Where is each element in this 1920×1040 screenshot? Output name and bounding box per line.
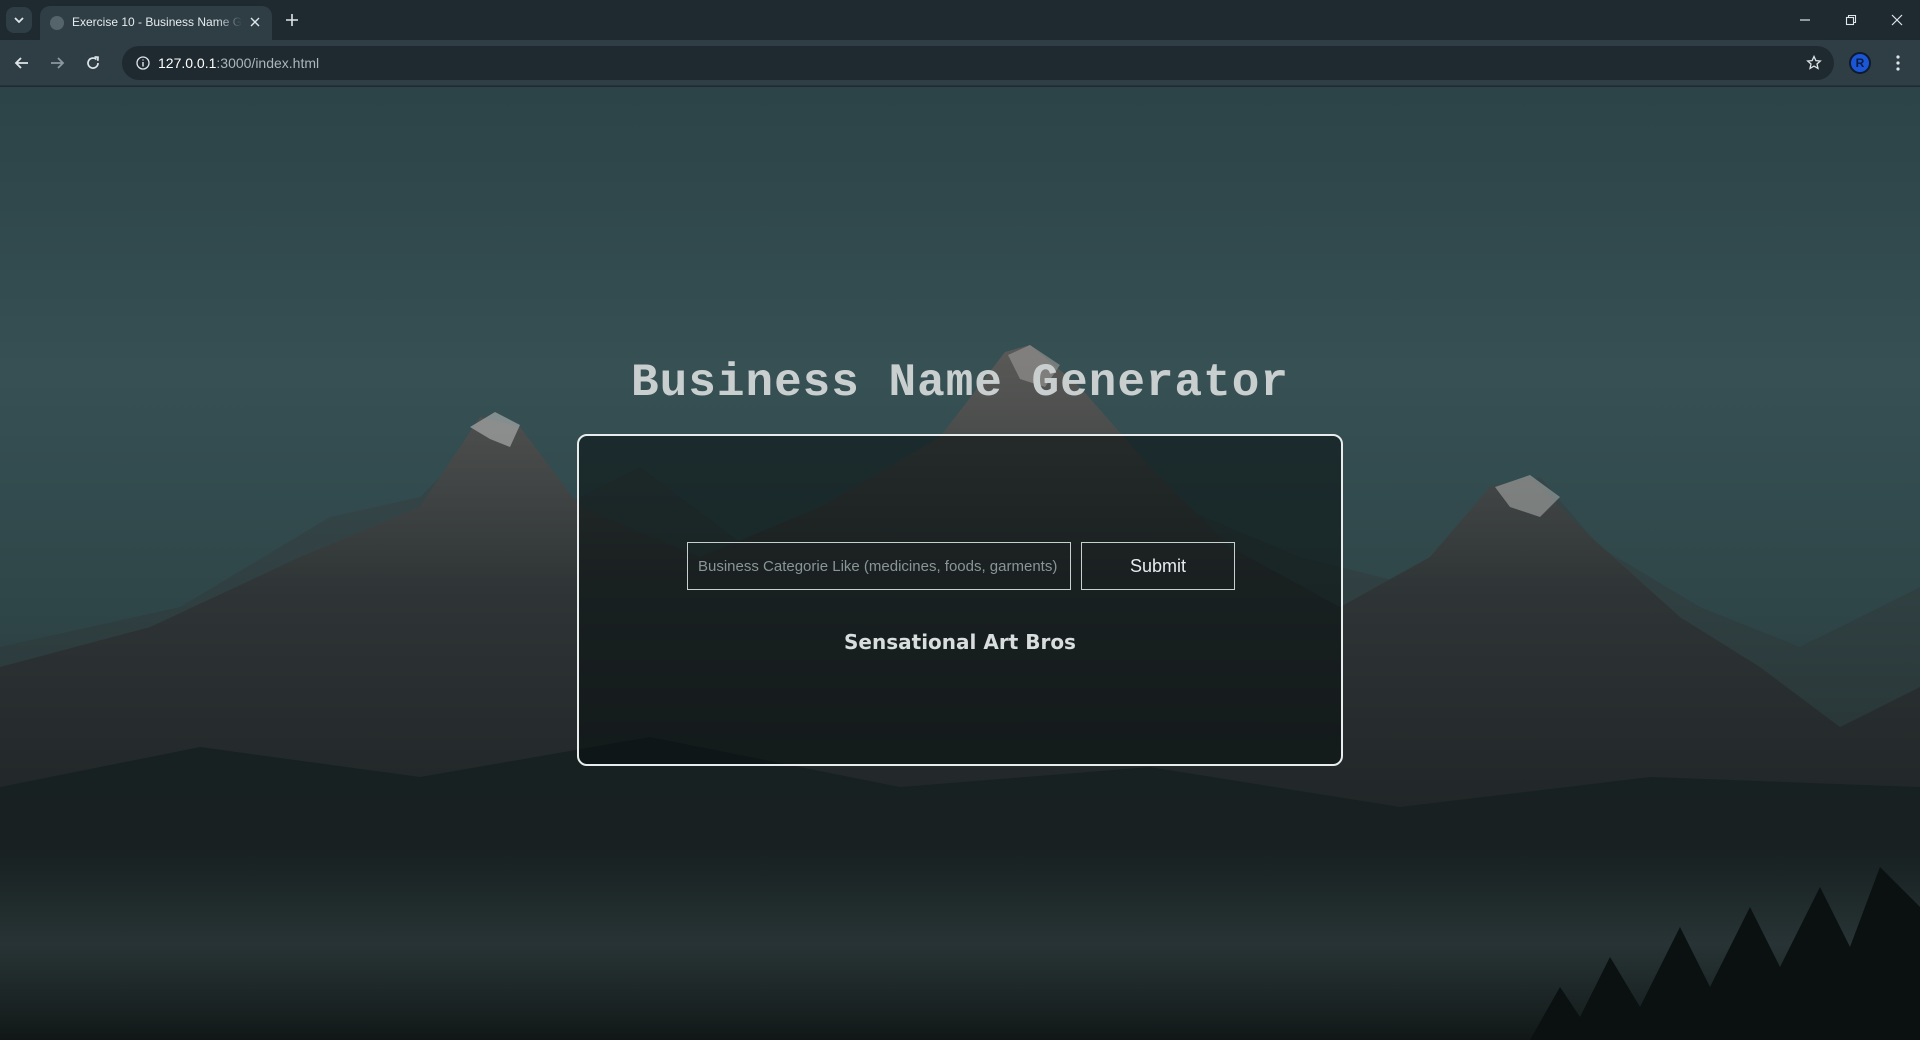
forward-button[interactable] [43,49,71,77]
page-viewport: Business Name Generator Submit Sensation… [0,87,1920,1040]
business-category-input[interactable] [687,542,1071,590]
restore-icon [1845,14,1857,26]
reload-icon [87,56,99,69]
generated-business-name: Sensational Art Bros [844,630,1076,654]
tab-close-button[interactable] [246,13,264,31]
browser-menu-button[interactable] [1884,49,1912,77]
active-tab[interactable]: Exercise 10 - Business Name Generator [40,6,272,40]
profile-avatar[interactable]: R [1849,52,1871,74]
minimize-button[interactable] [1782,0,1828,40]
restore-button[interactable] [1828,0,1874,40]
browser-toolbar: 127.0.0.1:3000/index.html R [0,40,1920,86]
close-icon [1891,14,1903,26]
generator-form-card: Submit Sensational Art Bros [577,434,1343,766]
new-tab-button[interactable] [280,8,304,32]
url-text: 127.0.0.1:3000/index.html [158,55,319,71]
address-bar[interactable]: 127.0.0.1:3000/index.html [122,46,1834,80]
site-info-icon[interactable] [134,54,152,72]
url-host: 127.0.0.1 [158,55,217,71]
close-window-button[interactable] [1874,0,1920,40]
profile-initial: R [1855,56,1865,70]
minimize-icon [1800,19,1810,21]
url-path: :3000/index.html [216,55,320,71]
reload-button[interactable] [79,49,107,77]
close-icon [250,17,260,27]
chevron-down-icon [14,17,24,24]
arrow-left-icon [14,57,28,69]
submit-button[interactable]: Submit [1081,542,1235,590]
bookmark-star-icon[interactable] [1804,53,1824,73]
page-title: Business Name Generator [631,357,1289,409]
more-vertical-icon [1896,55,1900,71]
tab-search-button[interactable] [6,7,32,33]
globe-icon [50,16,64,30]
tab-strip: Exercise 10 - Business Name Generator [0,0,1920,40]
back-button[interactable] [8,49,36,77]
plus-icon [286,14,298,26]
tab-title: Exercise 10 - Business Name Generator [72,15,242,29]
arrow-right-icon [51,57,65,69]
